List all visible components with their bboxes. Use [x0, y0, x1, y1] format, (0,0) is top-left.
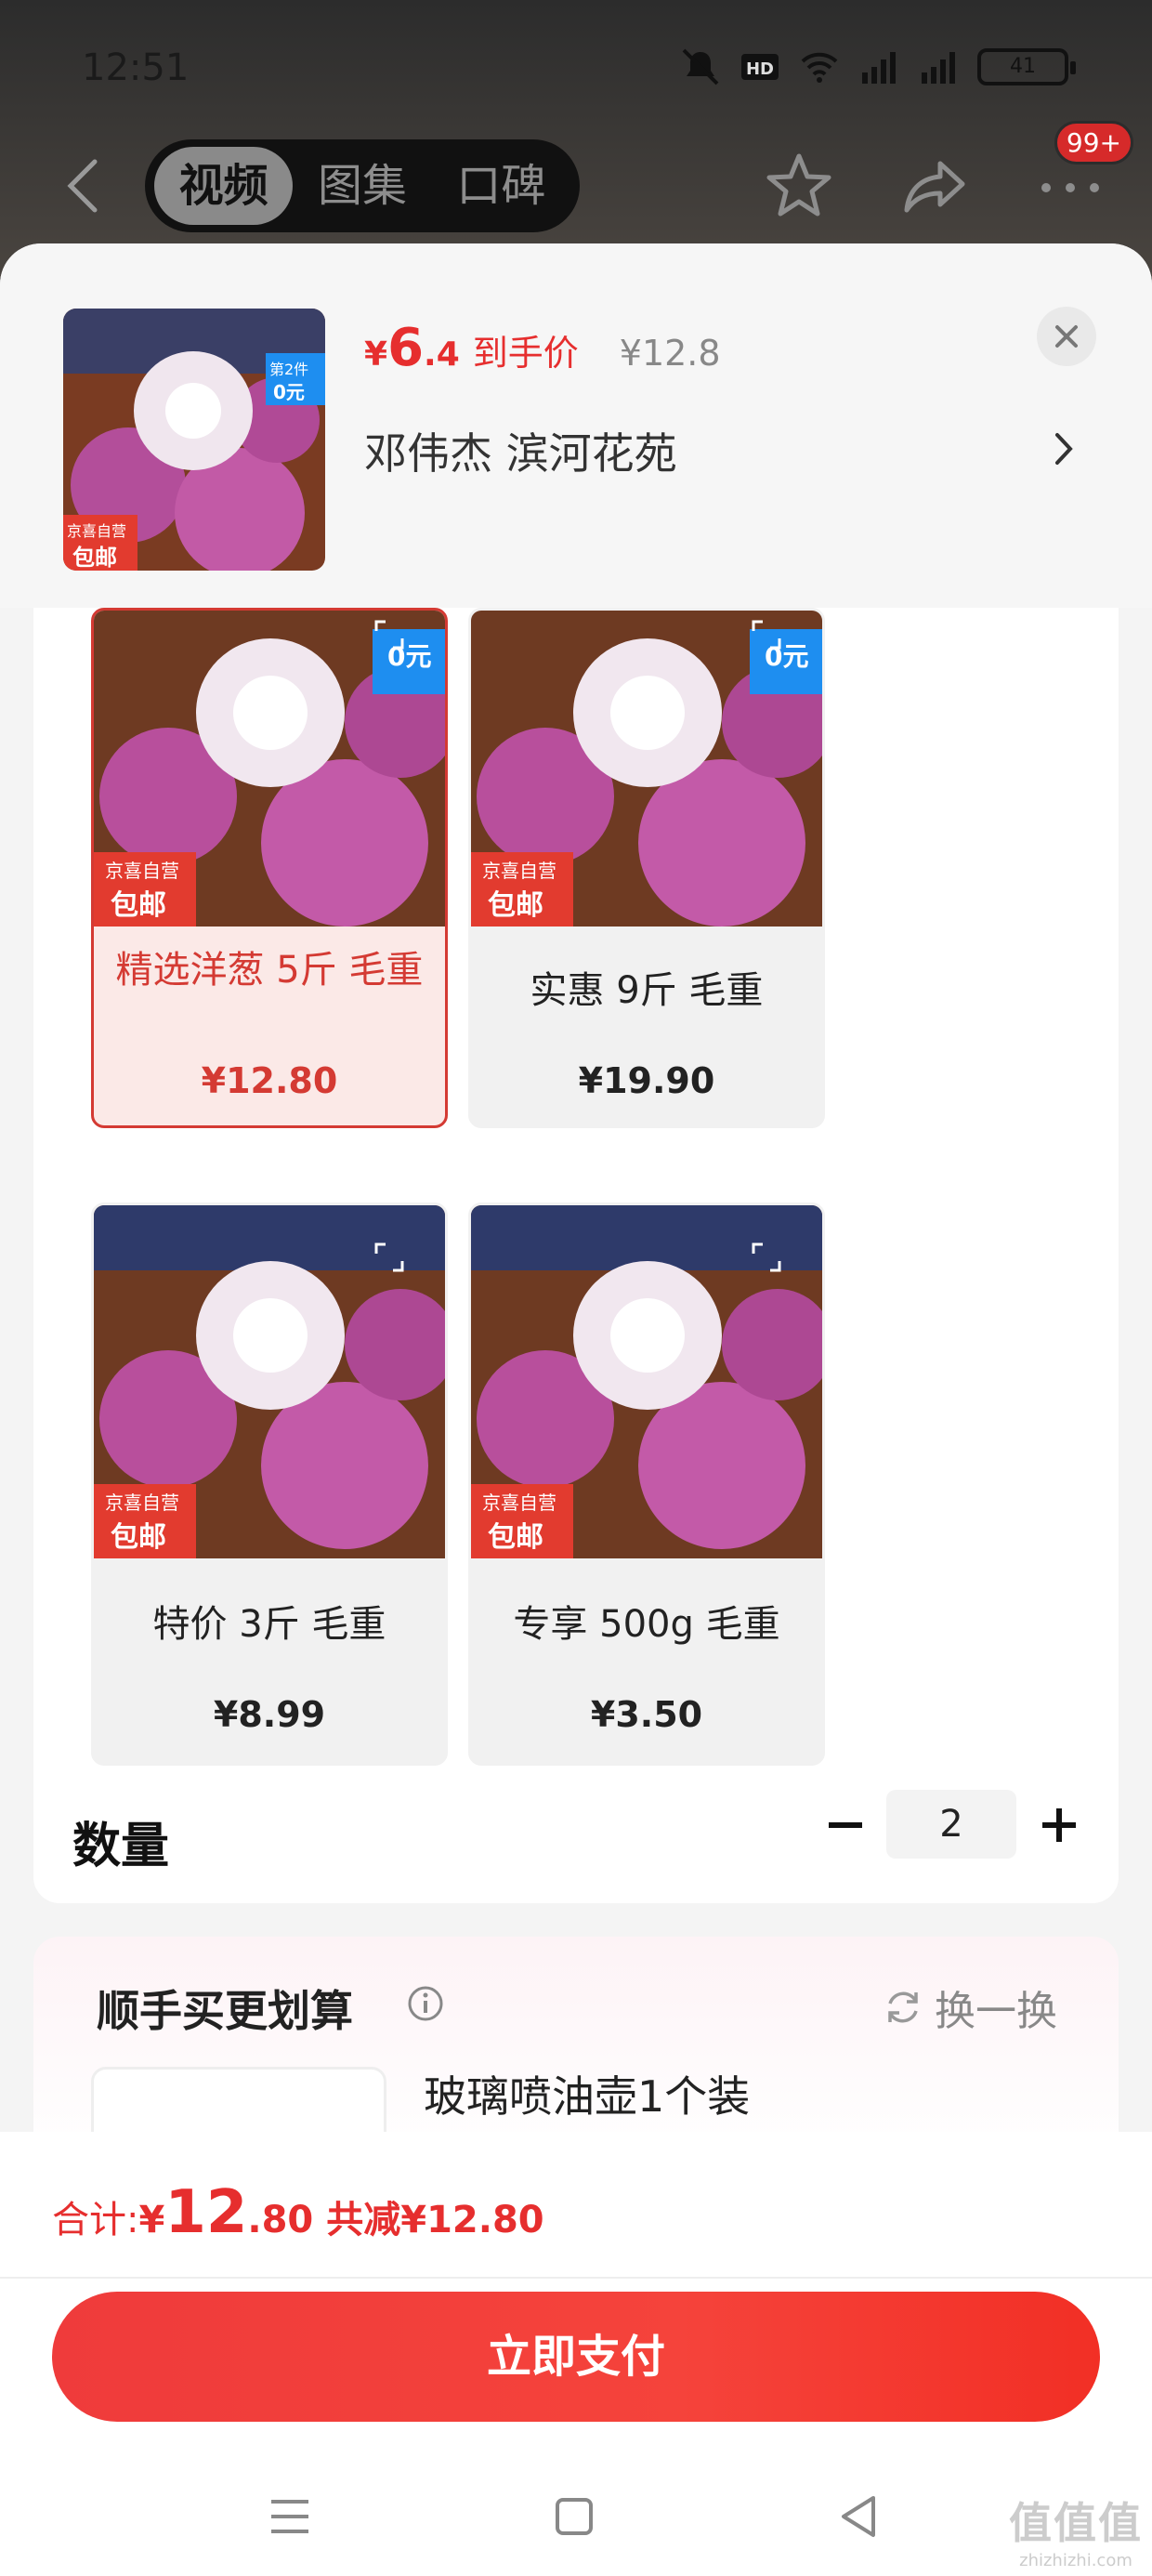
svg-text:HD: HD — [746, 59, 774, 79]
promo-badge: 0元 — [387, 641, 432, 672]
store-badge: 京喜自营 — [105, 1492, 179, 1514]
chevron-right-icon[interactable] — [1050, 426, 1078, 472]
signal-icon-2 — [922, 52, 955, 84]
store-badge: 京喜自营 — [482, 1492, 556, 1514]
status-time: 12:51 — [82, 46, 190, 89]
watermark-text: 值值值 — [1009, 2498, 1143, 2548]
option-price: ¥12.80 — [201, 1060, 338, 1101]
option-name: 专享 500g 毛重 — [513, 1603, 780, 1646]
plus-icon[interactable] — [1031, 1797, 1087, 1853]
pay-now-button[interactable]: 立即支付 — [52, 2292, 1100, 2422]
upsell-title: 顺手买更划算 — [97, 1986, 353, 2036]
favorite-star-icon[interactable] — [764, 151, 834, 221]
option-name: 特价 3斤 毛重 — [152, 1603, 386, 1646]
final-price-label: 到手价 — [472, 333, 579, 374]
close-icon — [1055, 325, 1078, 348]
store-badge: 京喜自营 — [67, 522, 127, 540]
notification-badge: 99+ — [1054, 121, 1133, 164]
hd-icon: HD — [741, 54, 779, 80]
total-int: 12 — [164, 2178, 248, 2247]
back-nav-icon[interactable] — [831, 2489, 886, 2544]
tab-video[interactable]: 视频 — [154, 147, 294, 225]
option-tile[interactable]: 京喜自营 包邮 专享 500g 毛重 ¥3.50 — [468, 1203, 825, 1766]
store-badge: 京喜自营 — [482, 860, 556, 882]
quantity-input[interactable]: 2 — [886, 1790, 1016, 1859]
media-tabs: 视频 图集 口碑 — [145, 139, 580, 232]
product-thumbnail: 京喜自营 包邮 第2件 0元 — [63, 309, 325, 571]
wifi-icon — [801, 52, 838, 83]
expand-icon[interactable] — [748, 1239, 785, 1276]
quantity-label: 数量 — [72, 1819, 170, 1874]
minus-icon[interactable] — [818, 1797, 873, 1853]
delivery-address[interactable]: 邓伟杰 滨河花苑 — [364, 420, 677, 481]
promo-badge-line1: 第2件 — [269, 361, 309, 378]
status-bar: 12:51 HD 41 — [0, 37, 1152, 102]
more-button[interactable]: 99+ — [1035, 121, 1133, 221]
tab-gallery[interactable]: 图集 — [293, 147, 431, 225]
total-currency: ¥ — [138, 2199, 165, 2241]
option-image: 京喜自营 包邮 0元 — [471, 611, 822, 927]
option-tile[interactable]: 京喜自营 包邮 0元 精选洋葱 5斤 毛重 ¥12.80 — [91, 608, 448, 1128]
tab-reviews[interactable]: 口碑 — [432, 147, 570, 225]
total-dec: .80 — [247, 2199, 314, 2241]
swap-label: 换一换 — [935, 1988, 1057, 2035]
info-icon[interactable] — [407, 1985, 444, 2022]
option-tile[interactable]: 京喜自营 包邮 特价 3斤 毛重 ¥8.99 — [91, 1203, 448, 1766]
upsell-item-name[interactable]: 玻璃喷油壶1个装 — [424, 2063, 750, 2124]
sheet-header: 京喜自营 包邮 第2件 0元 ¥6.4 到手价 ¥12.8 邓伟杰 滨河花苑 — [0, 243, 1152, 608]
nav-actions: 99+ — [764, 121, 1133, 221]
option-image: 京喜自营 包邮 0元 — [94, 611, 445, 927]
share-icon[interactable] — [899, 151, 970, 221]
total-label: 合计: — [52, 2199, 139, 2241]
expand-icon[interactable] — [371, 1239, 408, 1276]
option-image: 京喜自营 包邮 — [94, 1205, 445, 1558]
store-badge: 京喜自营 — [105, 860, 179, 882]
total-row: 合计: ¥ 12 .80 共减¥12.80 — [52, 2178, 544, 2247]
price-row: ¥6.4 到手价 ¥12.8 — [364, 318, 721, 378]
status-icons: HD 41 — [680, 48, 1076, 85]
top-nav: 视频 图集 口碑 99+ — [0, 121, 1152, 232]
home-icon[interactable] — [546, 2489, 602, 2544]
watermark-url: zhizhizhi.com — [1019, 2551, 1132, 2570]
option-tile[interactable]: 京喜自营 包邮 0元 实惠 9斤 毛重 ¥19.90 — [468, 608, 825, 1128]
discount-text: 共减¥12.80 — [326, 2199, 544, 2241]
battery-icon: 41 — [977, 48, 1076, 85]
option-name: 精选洋葱 5斤 毛重 — [115, 949, 424, 992]
menu-icon[interactable] — [262, 2489, 318, 2544]
final-price: ¥6.4 — [364, 318, 460, 378]
back-icon[interactable] — [56, 156, 111, 216]
option-price: ¥3.50 — [590, 1694, 703, 1735]
shipping-badge: 包邮 — [488, 889, 543, 922]
close-button[interactable] — [1037, 307, 1096, 366]
swap-button[interactable]: 换一换 — [883, 1978, 1057, 2037]
shipping-badge: 包邮 — [111, 1521, 166, 1554]
option-name: 实惠 9斤 毛重 — [530, 969, 764, 1012]
system-nav-bar — [0, 2461, 1152, 2572]
option-image: 京喜自营 包邮 — [471, 1205, 822, 1558]
shipping-badge: 包邮 — [72, 545, 117, 571]
option-price: ¥8.99 — [213, 1694, 326, 1735]
options-card: 京喜自营 包邮 0元 精选洋葱 5斤 毛重 ¥12.80 京喜自营 包邮 0元 … — [33, 608, 1119, 1903]
checkout-bar: 合计: ¥ 12 .80 共减¥12.80 立即支付 值值值 zhizhizhi… — [0, 2132, 1152, 2576]
shipping-badge: 包邮 — [111, 889, 166, 922]
signal-icon-1 — [862, 52, 896, 84]
watermark: 值值值 zhizhizhi.com — [1009, 2490, 1143, 2570]
promo-badge: 0元 — [765, 641, 809, 672]
refresh-icon — [888, 1991, 918, 2023]
shipping-badge: 包邮 — [488, 1521, 543, 1554]
divider — [0, 2277, 1152, 2279]
original-price: ¥12.8 — [619, 333, 721, 374]
mute-icon — [682, 48, 719, 85]
promo-badge-line2: 0元 — [273, 381, 305, 403]
option-price: ¥19.90 — [578, 1060, 715, 1101]
